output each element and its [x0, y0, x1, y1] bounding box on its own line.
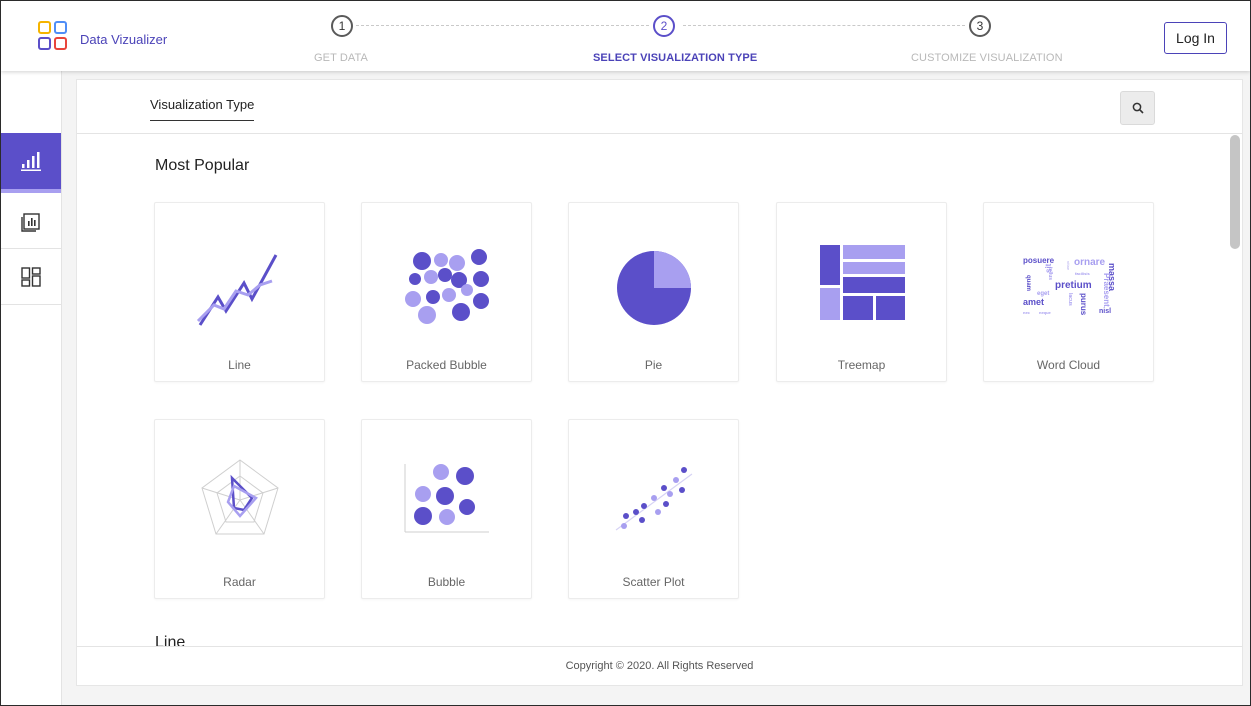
card-line[interactable]: Line — [154, 202, 325, 382]
top-header: Data Vizualizer 1 GET DATA 2 SELECT VISU… — [1, 1, 1250, 71]
bubble-chart-icon — [404, 464, 489, 533]
card-pie[interactable]: Pie — [568, 202, 739, 382]
word-amet: amet — [1023, 297, 1044, 307]
card-label: Word Cloud — [1036, 358, 1101, 372]
word-quam: quam — [1025, 275, 1031, 291]
app-logo[interactable] — [38, 21, 70, 53]
scrollbar-thumb[interactable] — [1230, 135, 1240, 249]
word-nec: nec — [1023, 310, 1031, 315]
search-button[interactable] — [1120, 91, 1155, 125]
step-3-label[interactable]: CUSTOMIZE VISUALIZATION — [911, 52, 1063, 64]
step-3-indicator[interactable]: 3 — [969, 15, 991, 37]
app-window: Data Vizualizer 1 GET DATA 2 SELECT VISU… — [0, 0, 1251, 706]
card-label: Scatter Plot — [622, 575, 685, 589]
brand-name[interactable]: Data Vizualizer — [80, 32, 167, 47]
left-sidebar — [1, 71, 62, 705]
card-bubble[interactable]: Bubble — [361, 419, 532, 599]
card-treemap[interactable]: Treemap — [776, 202, 947, 382]
bar-chart-icon — [21, 152, 41, 171]
word-vitae: vitae — [1066, 261, 1071, 271]
scatter-plot-icon — [615, 467, 693, 531]
step-2-indicator[interactable]: 2 — [653, 15, 675, 37]
tab-visualization-type[interactable]: Visualization Type — [150, 97, 255, 121]
card-scatter-plot[interactable]: Scatter Plot — [568, 419, 739, 599]
word-ornare: ornare — [1074, 257, 1106, 268]
step-1-label[interactable]: GET DATA — [314, 52, 368, 64]
word-neque: neque — [1039, 310, 1052, 315]
step-2-label[interactable]: SELECT VISUALIZATION TYPE — [593, 52, 757, 64]
card-label: Treemap — [837, 358, 886, 372]
card-label: Bubble — [427, 575, 466, 589]
card-radar[interactable]: Radar — [154, 419, 325, 599]
section-title-most-popular: Most Popular — [155, 157, 250, 174]
card-label: Packed Bubble — [406, 358, 487, 372]
word-purus: purus — [1079, 293, 1088, 316]
word-posuere: posuere — [1023, 256, 1055, 265]
report-icon — [21, 212, 40, 232]
word-nisl: nisl — [1099, 308, 1111, 315]
tabs-bar: Visualization Type — [77, 80, 1242, 134]
step-connector — [356, 25, 649, 26]
login-button[interactable]: Log In — [1164, 22, 1227, 54]
word-lacus: lacus — [1067, 293, 1073, 306]
line-chart-icon — [196, 254, 278, 326]
sidebar-item-report[interactable] — [1, 193, 61, 249]
step-1-indicator[interactable]: 1 — [331, 15, 353, 37]
word-praesent: Praesent — [1102, 273, 1111, 307]
vertical-scrollbar[interactable] — [1230, 135, 1240, 646]
card-packed-bubble[interactable]: Packed Bubble — [361, 202, 532, 382]
packed-bubble-icon — [405, 249, 489, 324]
sidebar-item-dashboard[interactable] — [1, 249, 61, 305]
search-icon — [1132, 102, 1144, 114]
word-facilisis: facilisis — [1075, 271, 1090, 276]
card-word-cloud[interactable]: posuere ornare vitae sit facilisis massa… — [983, 202, 1154, 382]
radar-chart-icon — [201, 459, 279, 535]
card-label: Radar — [223, 575, 256, 589]
card-label: Line — [228, 358, 251, 372]
word-cloud-icon: posuere ornare vitae sit facilisis massa… — [1023, 256, 1117, 316]
treemap-icon — [820, 245, 905, 320]
dashboard-icon — [21, 266, 41, 287]
visualization-panel: Visualization Type Most Popular Line Pac… — [76, 79, 1243, 686]
word-tellus: tellus — [1047, 267, 1053, 280]
step-connector — [683, 25, 965, 26]
page-footer: Copyright © 2020. All Rights Reserved — [77, 646, 1242, 685]
pie-chart-icon — [617, 251, 691, 325]
card-label: Pie — [644, 358, 663, 372]
word-pretium: pretium — [1055, 280, 1092, 291]
sidebar-item-visualization[interactable] — [1, 133, 61, 193]
